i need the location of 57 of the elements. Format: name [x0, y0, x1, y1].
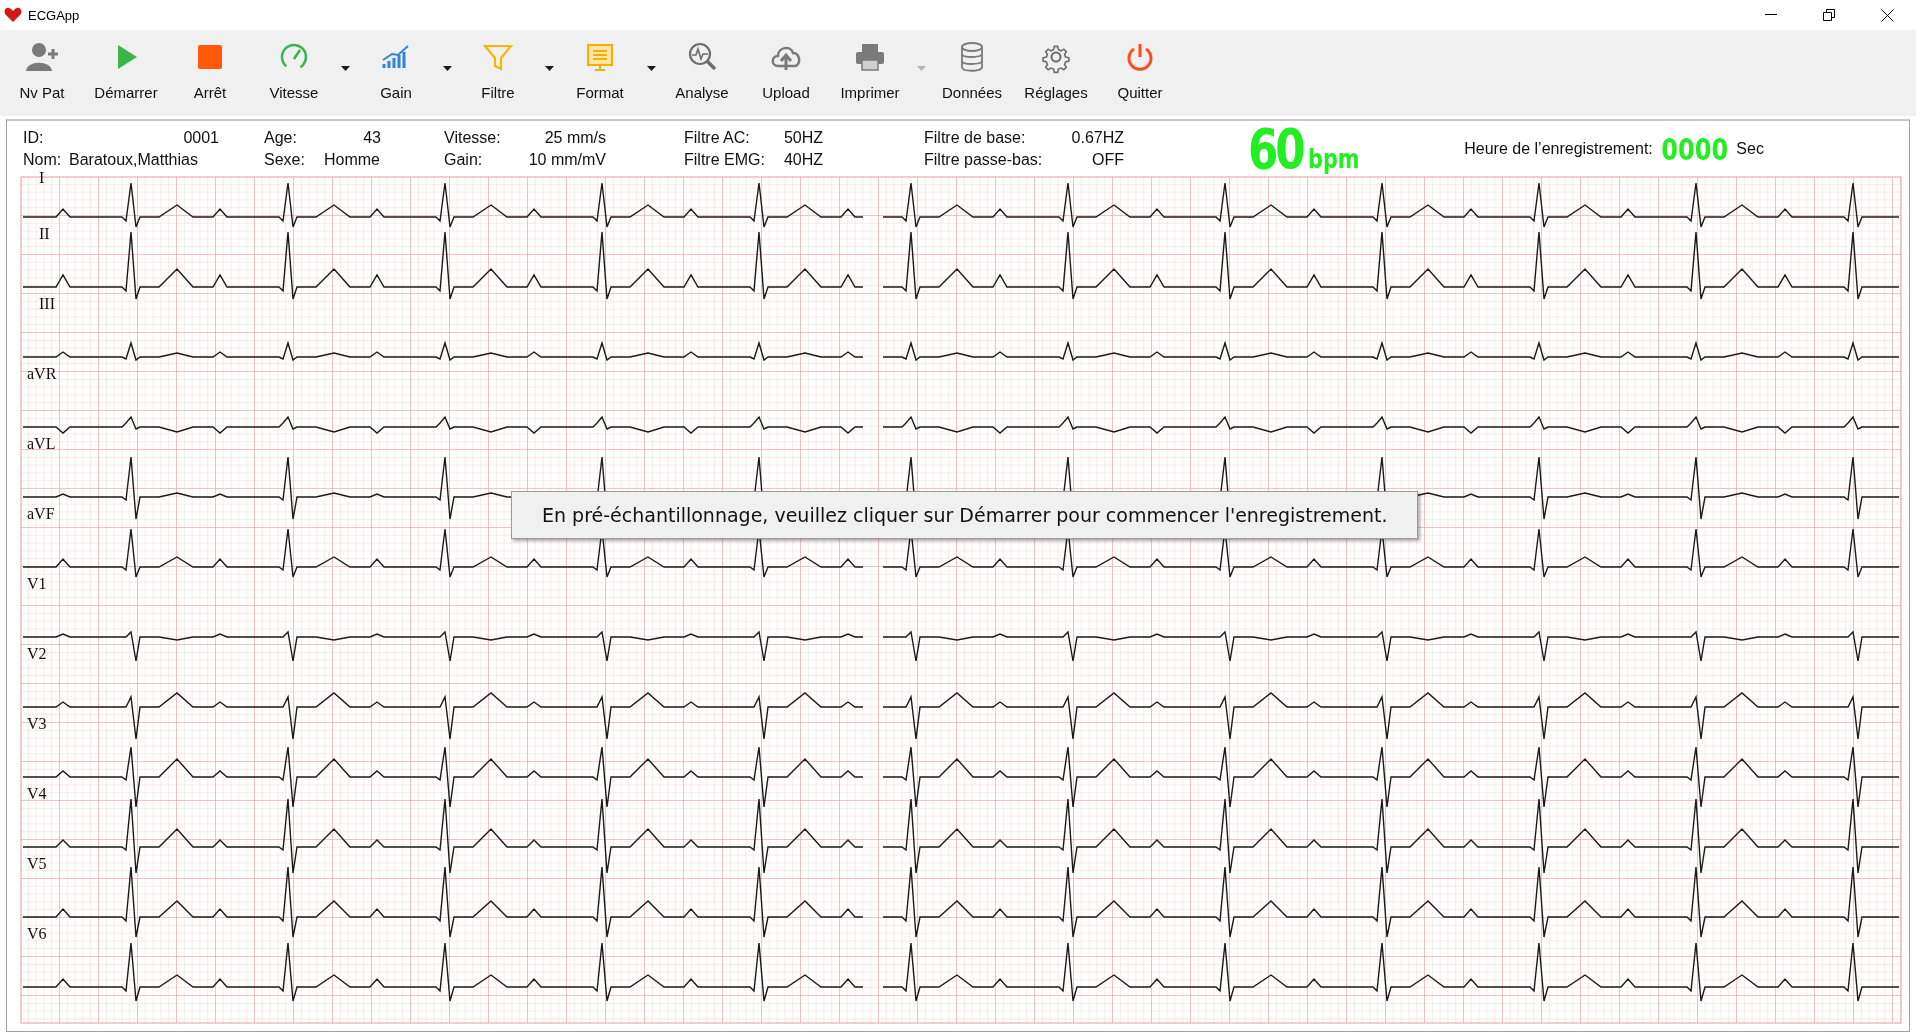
info-value: Homme	[324, 151, 381, 169]
lead-label: aVR	[27, 365, 57, 382]
recording-time-unit: Sec	[1736, 140, 1764, 158]
info-value: 0.67HZ	[1070, 129, 1124, 147]
toolbar-button[interactable]: Réglages	[1014, 30, 1098, 116]
toolbar-button[interactable]: Vitesse	[252, 30, 336, 116]
close-icon	[1880, 8, 1894, 22]
info-label: Vitesse:	[444, 129, 502, 147]
window-title: ECGApp	[28, 7, 80, 23]
lead-label: I	[39, 169, 45, 186]
lead-label: V1	[27, 575, 47, 592]
heart-rate-unit: bpm	[1307, 144, 1360, 174]
info-label: Filtre EMG:	[684, 151, 766, 169]
lead-label: V4	[27, 785, 47, 802]
lead-label: V3	[27, 715, 47, 732]
lead-label: aVL	[27, 435, 56, 452]
info-label: Sexe:	[264, 151, 306, 169]
toolbar-button[interactable]: Démarrer	[84, 30, 168, 116]
info-value: 40HZ	[782, 151, 823, 169]
toolbar-button[interactable]: Quitter	[1098, 30, 1182, 116]
status-message: En pré-échantillonnage, veuillez cliquer sur Démarrer pour commencer l'enregistrement.	[511, 491, 1419, 539]
info-value: OFF	[1091, 151, 1124, 169]
info-value: Baratoux,Matthias	[69, 151, 199, 169]
recording-time-value: 0000	[1661, 131, 1728, 167]
lead-label: III	[39, 295, 55, 312]
info-label: Filtre passe-bas:	[924, 151, 1044, 169]
lead-label: II	[39, 225, 50, 242]
info-label: Filtre de base:	[924, 129, 1027, 147]
info-value: 0001	[182, 129, 219, 147]
minimize-icon	[1765, 14, 1777, 16]
info-label: Age:	[264, 129, 298, 147]
info-label: Gain:	[444, 151, 484, 169]
lead-label: V2	[27, 645, 47, 662]
toolbar-button[interactable]: Gain	[354, 30, 438, 116]
info-value: 43	[362, 129, 381, 147]
heart-rate-value: 60	[1248, 122, 1303, 176]
person-add-icon	[25, 40, 59, 74]
toolbar-button[interactable]: Filtre	[456, 30, 540, 116]
lead-label: aVF	[27, 505, 55, 522]
toolbar-button[interactable]: Arrêt	[168, 30, 252, 116]
toolbar-button[interactable]: Analyse	[660, 30, 744, 116]
info-value: 25 mm/s	[543, 129, 606, 147]
info-label: Filtre AC:	[684, 129, 751, 147]
toolbar-button[interactable]: Format	[558, 30, 642, 116]
toolbar-button[interactable]: Imprimer	[828, 30, 912, 116]
lead-label: V5	[27, 855, 47, 872]
heart-icon	[4, 7, 22, 23]
info-label: ID:	[23, 129, 45, 147]
lead-label: V6	[27, 925, 47, 942]
recording-time-label: Heure de l’enregistrement:	[1464, 140, 1653, 158]
toolbar-button[interactable]: Nv Pat	[0, 30, 84, 116]
toolbar-button[interactable]: Upload	[744, 30, 828, 116]
info-value: 10 mm/mV	[527, 151, 606, 169]
restore-icon	[1823, 9, 1835, 21]
info-label: Nom:	[23, 151, 63, 169]
info-value: 50HZ	[782, 129, 823, 147]
toolbar-button[interactable]: Données	[930, 30, 1014, 116]
